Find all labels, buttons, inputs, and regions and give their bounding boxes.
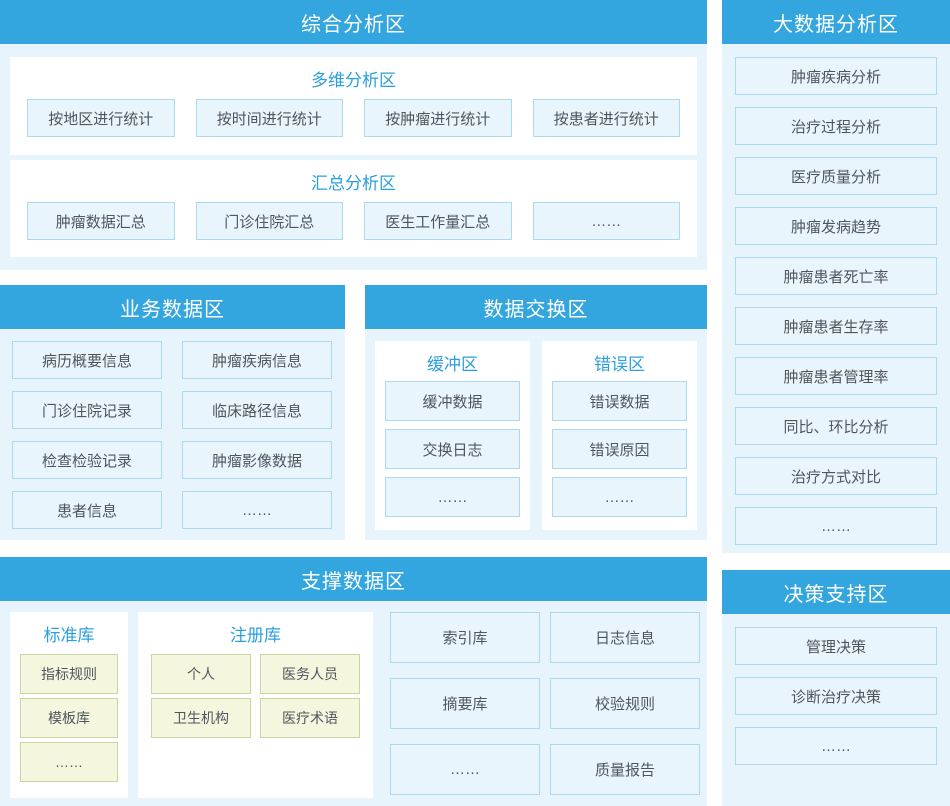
- support-data-title: 支撑数据区: [301, 565, 406, 594]
- treatment-method-comparison-box: 治疗方式对比: [735, 457, 937, 495]
- bigdata-analysis-header: 大数据分析区: [722, 0, 950, 44]
- support-data-header: 支撑数据区: [0, 557, 707, 601]
- diagnosis-treatment-decision-box: 诊断治疗决策: [735, 677, 937, 715]
- business-data-header: 业务数据区: [0, 285, 345, 329]
- buffer-data-box: 缓冲数据: [385, 381, 520, 421]
- error-data-box: 错误数据: [552, 381, 687, 421]
- architecture-diagram: 综合分析区 多维分析区 按地区进行统计 按时间进行统计 按肿瘤进行统计 按患者进…: [0, 0, 950, 806]
- tumor-incidence-trend-box: 肿瘤发病趋势: [735, 207, 937, 245]
- standard-library-label: 标准库: [10, 612, 128, 654]
- buffer-label: 缓冲区: [375, 341, 530, 381]
- panel-comprehensive-analysis: 综合分析区 多维分析区 按地区进行统计 按时间进行统计 按肿瘤进行统计 按患者进…: [0, 0, 707, 270]
- decision-support-list: 管理决策 诊断治疗决策 ……: [735, 614, 937, 765]
- multidim-analysis-label: 多维分析区: [10, 57, 697, 99]
- indicator-rules-box: 指标规则: [20, 654, 118, 694]
- tumor-disease-info-box: 肿瘤疾病信息: [182, 341, 332, 379]
- decision-ellipsis-box: ……: [735, 727, 937, 765]
- business-ellipsis-box: ……: [182, 491, 332, 529]
- summary-analysis-label: 汇总分析区: [10, 160, 697, 202]
- quality-report-box: 质量报告: [550, 744, 700, 795]
- tumor-disease-analysis-box: 肿瘤疾病分析: [735, 57, 937, 95]
- summary-analysis-row: 肿瘤数据汇总 门诊住院汇总 医生工作量汇总 ……: [10, 202, 697, 240]
- standard-library-list: 指标规则 模板库 ……: [20, 654, 118, 782]
- validation-rules-box: 校验规则: [550, 678, 700, 729]
- panel-bigdata-analysis: 大数据分析区 肿瘤疾病分析 治疗过程分析 医疗质量分析 肿瘤发病趋势 肿瘤患者死…: [722, 0, 950, 553]
- panel-data-exchange: 数据交换区 缓冲区 缓冲数据 交换日志 …… 错误区 错误数据 错误原因 ……: [365, 285, 707, 540]
- panel-decision-support: 决策支持区 管理决策 诊断治疗决策 ……: [722, 570, 950, 806]
- panel-business-data: 业务数据区 病历概要信息 肿瘤疾病信息 门诊住院记录 临床路径信息 检查检验记录…: [0, 285, 345, 540]
- error-list: 错误数据 错误原因 ……: [552, 381, 687, 517]
- summary-analysis-section: 汇总分析区 肿瘤数据汇总 门诊住院汇总 医生工作量汇总 ……: [10, 160, 697, 257]
- tumor-data-summary-box: 肿瘤数据汇总: [27, 202, 175, 240]
- business-data-grid: 病历概要信息 肿瘤疾病信息 门诊住院记录 临床路径信息 检查检验记录 肿瘤影像数…: [12, 329, 332, 529]
- data-exchange-header: 数据交换区: [365, 285, 707, 329]
- error-label: 错误区: [542, 341, 697, 381]
- stat-by-region-box: 按地区进行统计: [27, 99, 175, 137]
- medical-staff-box: 医务人员: [260, 654, 360, 694]
- tumor-patient-management-rate-box: 肿瘤患者管理率: [735, 357, 937, 395]
- registry-library-label: 注册库: [138, 612, 373, 654]
- buffer-list: 缓冲数据 交换日志 ……: [385, 381, 520, 517]
- index-library-box: 索引库: [390, 612, 540, 663]
- exam-test-records-box: 检查检验记录: [12, 441, 162, 479]
- log-info-box: 日志信息: [550, 612, 700, 663]
- decision-support-title: 决策支持区: [784, 578, 889, 607]
- registry-library-section: 注册库 个人 医务人员 卫生机构 医疗术语: [138, 612, 373, 798]
- multidim-analysis-section: 多维分析区 按地区进行统计 按时间进行统计 按肿瘤进行统计 按患者进行统计: [10, 57, 697, 155]
- summary-library-box: 摘要库: [390, 678, 540, 729]
- buffer-section: 缓冲区 缓冲数据 交换日志 ……: [375, 341, 530, 530]
- summary-ellipsis-box: ……: [533, 202, 681, 240]
- panel-support-data: 支撑数据区 标准库 指标规则 模板库 …… 注册库 个人 医务人员 卫生机构 医…: [0, 557, 707, 806]
- tumor-patient-mortality-box: 肿瘤患者死亡率: [735, 257, 937, 295]
- patient-info-box: 患者信息: [12, 491, 162, 529]
- error-section: 错误区 错误数据 错误原因 ……: [542, 341, 697, 530]
- clinical-pathway-info-box: 临床路径信息: [182, 391, 332, 429]
- template-library-box: 模板库: [20, 698, 118, 738]
- comprehensive-analysis-title: 综合分析区: [301, 8, 406, 37]
- stat-by-patient-box: 按患者进行统计: [533, 99, 681, 137]
- standard-library-section: 标准库 指标规则 模板库 ……: [10, 612, 128, 798]
- buffer-ellipsis-box: ……: [385, 477, 520, 517]
- treatment-process-analysis-box: 治疗过程分析: [735, 107, 937, 145]
- standard-ellipsis-box: ……: [20, 742, 118, 782]
- data-exchange-title: 数据交换区: [484, 293, 589, 322]
- health-institution-box: 卫生机构: [151, 698, 251, 738]
- personal-box: 个人: [151, 654, 251, 694]
- outpatient-inpatient-summary-box: 门诊住院汇总: [196, 202, 344, 240]
- yoy-mom-analysis-box: 同比、环比分析: [735, 407, 937, 445]
- stat-by-time-box: 按时间进行统计: [196, 99, 344, 137]
- multidim-analysis-row: 按地区进行统计 按时间进行统计 按肿瘤进行统计 按患者进行统计: [10, 99, 697, 137]
- medical-record-summary-box: 病历概要信息: [12, 341, 162, 379]
- tumor-patient-survival-box: 肿瘤患者生存率: [735, 307, 937, 345]
- decision-support-header: 决策支持区: [722, 570, 950, 614]
- support-ellipsis-box: ……: [390, 744, 540, 795]
- bigdata-ellipsis-box: ……: [735, 507, 937, 545]
- outpatient-inpatient-records-box: 门诊住院记录: [12, 391, 162, 429]
- bigdata-analysis-list: 肿瘤疾病分析 治疗过程分析 医疗质量分析 肿瘤发病趋势 肿瘤患者死亡率 肿瘤患者…: [735, 44, 937, 545]
- error-ellipsis-box: ……: [552, 477, 687, 517]
- comprehensive-analysis-header: 综合分析区: [0, 0, 707, 44]
- medical-terminology-box: 医疗术语: [260, 698, 360, 738]
- tumor-imaging-data-box: 肿瘤影像数据: [182, 441, 332, 479]
- stat-by-tumor-box: 按肿瘤进行统计: [364, 99, 512, 137]
- medical-quality-analysis-box: 医疗质量分析: [735, 157, 937, 195]
- business-data-title: 业务数据区: [120, 293, 225, 322]
- exchange-log-box: 交换日志: [385, 429, 520, 469]
- bigdata-analysis-title: 大数据分析区: [773, 8, 899, 37]
- support-plain-grid: 索引库 日志信息 摘要库 校验规则 …… 质量报告: [390, 612, 700, 795]
- error-reason-box: 错误原因: [552, 429, 687, 469]
- registry-library-grid: 个人 医务人员 卫生机构 医疗术语: [138, 654, 373, 738]
- doctor-workload-summary-box: 医生工作量汇总: [364, 202, 512, 240]
- management-decision-box: 管理决策: [735, 627, 937, 665]
